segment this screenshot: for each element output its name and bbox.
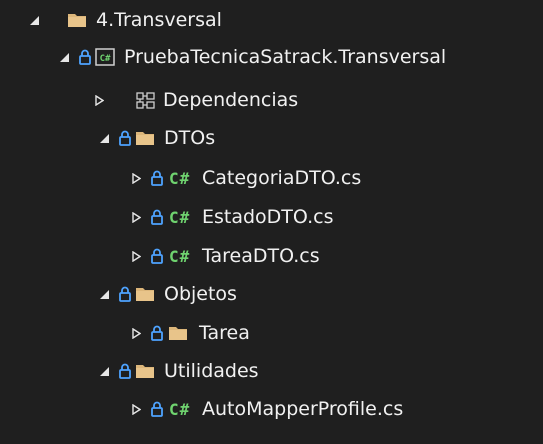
collapsed-arrow-icon[interactable] bbox=[95, 95, 104, 106]
tree-item-label: CategoriaDTO.cs bbox=[202, 167, 362, 189]
tree-item-label: 4.Transversal bbox=[96, 9, 222, 31]
tree-item-label: TareaDTO.cs bbox=[202, 245, 320, 267]
tree-item-label: EstadoDTO.cs bbox=[202, 206, 334, 228]
expanded-arrow-icon[interactable] bbox=[100, 367, 109, 376]
collapsed-arrow-icon[interactable] bbox=[132, 328, 141, 339]
tree-item-label: Tarea bbox=[199, 322, 250, 344]
solution-explorer-tree: 4.Transversal C# PruebaTecnicaSatrack.Tr… bbox=[0, 0, 543, 444]
tree-item-label: DTOs bbox=[164, 127, 216, 149]
lock-icon bbox=[151, 248, 163, 264]
tree-item-label: PruebaTecnicaSatrack.Transversal bbox=[124, 46, 447, 68]
lock-icon bbox=[79, 49, 91, 65]
folder-icon bbox=[67, 12, 87, 28]
expanded-arrow-icon[interactable] bbox=[100, 134, 109, 143]
lock-icon bbox=[151, 401, 163, 417]
folder-icon bbox=[135, 286, 155, 302]
folder-icon bbox=[168, 325, 188, 341]
expanded-arrow-icon[interactable] bbox=[30, 16, 39, 25]
lock-icon bbox=[119, 130, 131, 146]
tree-item-label: Dependencias bbox=[163, 89, 299, 111]
collapsed-arrow-icon[interactable] bbox=[132, 251, 141, 262]
csharp-project-icon: C# bbox=[95, 48, 115, 66]
collapsed-arrow-icon[interactable] bbox=[132, 404, 141, 415]
svg-text:C#: C# bbox=[100, 54, 111, 64]
csharp-file-icon: C# bbox=[169, 169, 191, 188]
expanded-arrow-icon[interactable] bbox=[60, 53, 69, 62]
lock-icon bbox=[119, 363, 131, 379]
csharp-file-icon: C# bbox=[169, 208, 191, 227]
tree-item-label: Utilidades bbox=[164, 360, 259, 382]
csharp-file-icon: C# bbox=[169, 247, 191, 266]
collapsed-arrow-icon[interactable] bbox=[132, 212, 141, 223]
expanded-arrow-icon[interactable] bbox=[100, 290, 109, 299]
collapsed-arrow-icon[interactable] bbox=[132, 173, 141, 184]
lock-icon bbox=[151, 325, 163, 341]
folder-icon bbox=[135, 130, 155, 146]
lock-icon bbox=[119, 286, 131, 302]
folder-icon bbox=[135, 363, 155, 379]
lock-icon bbox=[151, 209, 163, 225]
tree-item-label: Objetos bbox=[164, 283, 237, 305]
lock-icon bbox=[151, 170, 163, 186]
dependencies-icon bbox=[136, 91, 156, 109]
tree-item-label: AutoMapperProfile.cs bbox=[202, 398, 404, 420]
csharp-file-icon: C# bbox=[169, 400, 191, 419]
